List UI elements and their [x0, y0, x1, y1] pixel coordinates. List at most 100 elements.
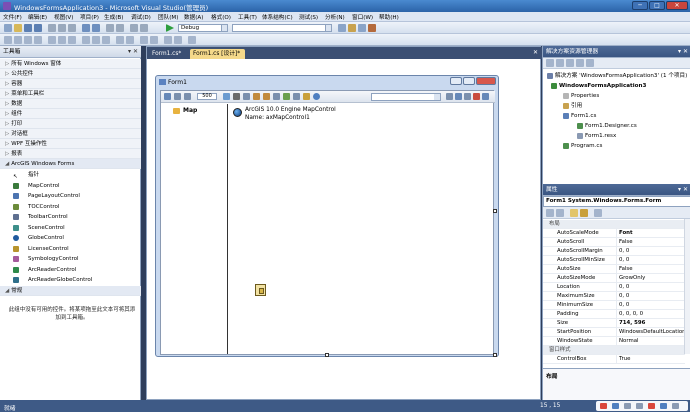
align-to-grid-icon[interactable]: [4, 36, 12, 44]
toolbox-item-pagelayoutcontrol[interactable]: PageLayoutControl: [0, 191, 141, 202]
property-value[interactable]: Normal: [616, 337, 685, 346]
toolbox-item-scenecontrol[interactable]: SceneControl: [0, 223, 141, 234]
align-top-icon[interactable]: [48, 36, 56, 44]
hyperlink-icon[interactable]: [293, 93, 300, 100]
menu-analyze[interactable]: 分析(N): [325, 13, 345, 21]
lightning-icon[interactable]: [303, 93, 310, 100]
toc-control[interactable]: Map: [161, 104, 228, 354]
menu-view[interactable]: 视图(V): [54, 13, 73, 21]
make-same-size-icon[interactable]: [102, 36, 110, 44]
property-row[interactable]: Location 0, 0: [543, 283, 685, 292]
menu-file[interactable]: 文件(F): [3, 13, 22, 21]
property-value[interactable]: 0, 0: [616, 292, 685, 301]
tab-form1-code[interactable]: Form1.cs*: [149, 49, 189, 59]
config-select[interactable]: Debug: [178, 24, 228, 32]
property-row[interactable]: Padding 0, 0, 0, 0: [543, 310, 685, 319]
property-row[interactable]: Size 714, 596: [543, 319, 685, 328]
toc-map-root[interactable]: Map: [183, 107, 197, 114]
property-value[interactable]: WindowsDefaultLocation: [616, 328, 685, 337]
toolbox-section[interactable]: ▷ 打印: [0, 119, 141, 129]
cut-icon[interactable]: [48, 24, 56, 32]
identify-icon[interactable]: [233, 93, 240, 100]
comment-icon[interactable]: [130, 24, 138, 32]
menu-team[interactable]: 团队(M): [158, 13, 178, 21]
property-row[interactable]: WindowState Normal: [543, 337, 685, 346]
property-row[interactable]: AutoScrollMargin 0, 0: [543, 247, 685, 256]
property-row[interactable]: AutoSize False: [543, 265, 685, 274]
tree-item-form1-designer[interactable]: Form1.Designer.cs: [577, 122, 637, 130]
keyboard-icon[interactable]: [660, 403, 667, 409]
property-value[interactable]: 0, 0: [616, 283, 685, 292]
copy-icon[interactable]: [58, 24, 66, 32]
view-code-icon[interactable]: [576, 59, 584, 67]
uncomment-icon[interactable]: [140, 24, 148, 32]
properties-icon[interactable]: [546, 59, 554, 67]
tool-icon[interactable]: [455, 93, 462, 100]
menu-tools[interactable]: 工具(T): [238, 13, 257, 21]
open-document-icon[interactable]: [263, 93, 270, 100]
object-selector[interactable]: Form1 System.Windows.Forms.Form: [543, 196, 690, 207]
property-value[interactable]: 0, 0: [616, 256, 685, 265]
menu-edit[interactable]: 编辑(E): [28, 13, 47, 21]
settings-icon[interactable]: [672, 403, 679, 409]
property-row[interactable]: ControlBox True: [543, 355, 685, 364]
toolbox-section[interactable]: ▷ 对话框: [0, 129, 141, 139]
half-width-icon[interactable]: [636, 403, 643, 409]
horizontal-spacing-icon[interactable]: [116, 36, 124, 44]
resize-handle[interactable]: [325, 353, 329, 357]
zoom-in-icon[interactable]: [174, 93, 181, 100]
show-all-files-icon[interactable]: [556, 59, 564, 67]
minimize-button[interactable]: ─: [632, 1, 648, 10]
tree-item-references[interactable]: 引用: [563, 102, 582, 110]
tree-item-program[interactable]: Program.cs: [563, 142, 602, 150]
property-row[interactable]: AutoScrollMinSize 0, 0: [543, 256, 685, 265]
paste-icon[interactable]: [68, 24, 76, 32]
property-value[interactable]: True: [616, 355, 685, 364]
toolbox-item-toccontrol[interactable]: TOCControl: [0, 202, 141, 213]
tab-form1-design[interactable]: Form1.cs [设计]*: [190, 49, 245, 59]
toolbox-section[interactable]: ▷ 菜单和工具栏: [0, 89, 141, 99]
toolbox-item-arcreaderglobecontrol[interactable]: ArcReaderGlobeControl: [0, 275, 141, 286]
tree-item-project[interactable]: WindowsFormsApplication3: [551, 82, 646, 90]
property-row[interactable]: StartPosition WindowsDefaultLocation: [543, 328, 685, 337]
find-icon[interactable]: [338, 24, 346, 32]
map-toolbar-control[interactable]: 500: [161, 91, 495, 103]
map-control[interactable]: ArcGIS 10.0 Engine MapControl Name: axMa…: [229, 104, 493, 354]
select-icon[interactable]: [243, 93, 250, 100]
vertical-spacing-icon[interactable]: [126, 36, 134, 44]
events-icon[interactable]: [580, 209, 588, 217]
toolbox-section-general[interactable]: ◢ 常规: [0, 286, 141, 296]
property-pages-icon[interactable]: [594, 209, 602, 217]
pane-pin-close[interactable]: ▾ ✕: [128, 46, 138, 58]
property-value[interactable]: False: [616, 265, 685, 274]
platform-select[interactable]: [232, 24, 332, 32]
menu-test[interactable]: 测试(S): [299, 13, 318, 21]
new-project-icon[interactable]: [4, 24, 12, 32]
pane-pin-close[interactable]: ▾ ✕: [678, 184, 688, 196]
redo-icon[interactable]: [92, 24, 100, 32]
navigate-back-icon[interactable]: [106, 24, 114, 32]
property-row[interactable]: MaximumSize 0, 0: [543, 292, 685, 301]
close-tab-icon[interactable]: ✕: [533, 49, 538, 56]
property-value[interactable]: 0, 0, 0, 0: [616, 310, 685, 319]
send-to-back-icon[interactable]: [174, 36, 182, 44]
toolbox-section[interactable]: ▷ 容器: [0, 79, 141, 89]
make-same-height-icon[interactable]: [92, 36, 100, 44]
save-icon[interactable]: [24, 24, 32, 32]
pan-icon[interactable]: [164, 93, 171, 100]
toolbox-section[interactable]: ▷ WPF 互操作性: [0, 139, 141, 149]
tree-item-form1-resx[interactable]: Form1.resx: [577, 132, 616, 140]
menu-build[interactable]: 生成(B): [104, 13, 123, 21]
property-category[interactable]: 窗口样式: [543, 346, 685, 355]
layer-select[interactable]: [371, 93, 441, 101]
make-same-width-icon[interactable]: [82, 36, 90, 44]
toolbox-item-globecontrol[interactable]: GlobeControl: [0, 233, 141, 244]
chinese-mode-icon[interactable]: [612, 403, 619, 409]
punctuation-icon[interactable]: [624, 403, 631, 409]
zoom-out-icon[interactable]: [184, 93, 191, 100]
tool-icon[interactable]: [446, 93, 453, 100]
alphabetical-icon[interactable]: [556, 209, 564, 217]
center-horizontally-icon[interactable]: [140, 36, 148, 44]
property-row[interactable]: MinimumSize 0, 0: [543, 301, 685, 310]
tab-order-icon[interactable]: [188, 36, 196, 44]
